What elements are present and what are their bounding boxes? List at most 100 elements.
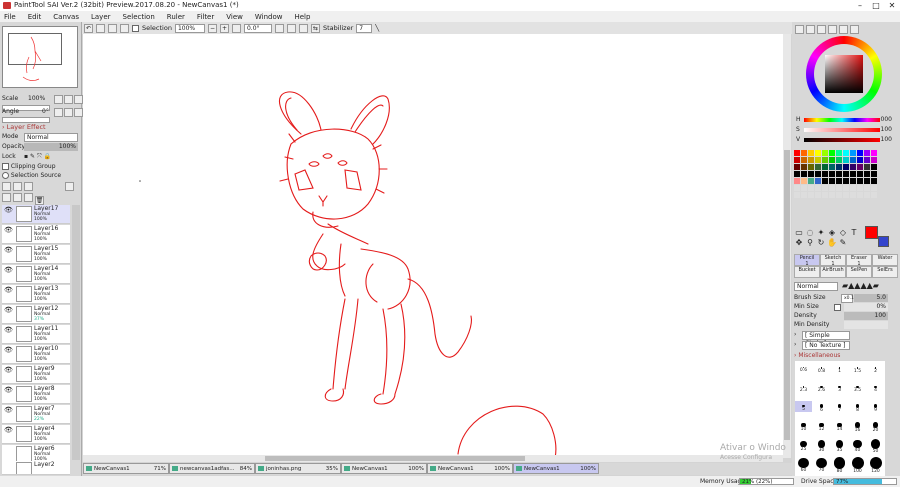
eye-icon[interactable]: 👁 xyxy=(4,327,13,334)
scale-plus-icon[interactable] xyxy=(64,95,73,104)
menu-edit[interactable]: Edit xyxy=(28,13,42,21)
color-swatch[interactable] xyxy=(843,150,850,157)
brush-size-multiplier[interactable]: x0.1 xyxy=(841,294,854,303)
ruler-icon[interactable]: ╲ xyxy=(375,24,379,32)
navigator-preview[interactable] xyxy=(2,26,78,88)
palette-mode-icon[interactable] xyxy=(850,25,859,34)
brush-size-preset[interactable]: 10 xyxy=(795,420,812,432)
move-icon[interactable]: ✥ xyxy=(794,238,804,248)
layer-row[interactable]: 👁 Layer16 Normal 100% xyxy=(2,225,70,244)
brush-selers[interactable]: SelErs xyxy=(872,266,898,278)
rotate-right-icon[interactable] xyxy=(286,23,296,33)
misc-header[interactable]: › Miscellaneous xyxy=(794,352,898,360)
brush-size-preset[interactable]: 100 xyxy=(849,457,866,474)
color-swatch[interactable] xyxy=(864,185,871,192)
color-swatch[interactable] xyxy=(822,178,829,185)
stabilizer-select[interactable]: 7 xyxy=(356,23,373,33)
brush-size-preset[interactable]: 20 xyxy=(867,420,884,433)
invert-selection-icon[interactable] xyxy=(120,23,129,33)
color-swatch[interactable] xyxy=(801,192,808,199)
layer-row[interactable]: 👁 Layer14 Normal 100% xyxy=(2,265,70,284)
new-linework-layer-icon[interactable] xyxy=(12,182,22,191)
color-swatch[interactable] xyxy=(808,178,815,185)
color-swatch[interactable] xyxy=(815,178,822,185)
redo-icon[interactable] xyxy=(96,23,105,33)
canvas-vertical-scroll-thumb[interactable] xyxy=(784,150,790,440)
selection-source-checkbox[interactable] xyxy=(2,172,9,179)
layer-row[interactable]: 👁 Layer12 Normal 37% xyxy=(2,305,70,324)
color-swatch[interactable] xyxy=(850,164,857,171)
deselect-icon[interactable] xyxy=(108,23,117,33)
eye-icon[interactable]: 👁 xyxy=(4,287,13,294)
hand-icon[interactable]: ✋ xyxy=(827,238,837,248)
menu-layer[interactable]: Layer xyxy=(91,13,111,21)
color-swatch[interactable] xyxy=(836,157,843,164)
eye-icon[interactable]: 👁 xyxy=(4,387,13,394)
document-tab[interactable]: NewCanvas1 71% xyxy=(83,463,169,474)
selection-checkbox[interactable] xyxy=(132,24,139,32)
color-swatch[interactable] xyxy=(857,171,864,178)
brush-size-preset[interactable]: 16 xyxy=(849,420,866,433)
color-swatch[interactable] xyxy=(836,178,843,185)
brush-selpen[interactable]: SelPen xyxy=(846,266,872,278)
mode-select[interactable]: Normal xyxy=(24,133,78,142)
color-swatch[interactable] xyxy=(836,192,843,199)
color-swatch[interactable] xyxy=(843,178,850,185)
select-rect-icon[interactable]: ▭ xyxy=(794,228,804,238)
color-swatch[interactable] xyxy=(829,164,836,171)
angle-reset-icon[interactable] xyxy=(74,108,83,117)
angle-field[interactable]: 0.0° xyxy=(243,23,272,33)
brush-size-preset[interactable]: 0.8 xyxy=(813,363,830,374)
brush-size-preset[interactable]: 60 xyxy=(795,457,812,473)
eye-icon[interactable]: 👁 xyxy=(4,267,13,274)
menu-file[interactable]: File xyxy=(4,13,16,21)
brush-eraser[interactable]: Eraser 1 xyxy=(846,254,872,267)
color-swatch[interactable] xyxy=(850,185,857,192)
document-tab[interactable]: newcanvas1adfas... 84% xyxy=(169,463,255,474)
layer-menu-icon[interactable] xyxy=(64,182,74,191)
min-size-checkbox[interactable] xyxy=(834,304,841,311)
color-swatch[interactable] xyxy=(829,178,836,185)
color-swatch[interactable] xyxy=(808,150,815,157)
menu-canvas[interactable]: Canvas xyxy=(53,13,79,21)
color-swatch[interactable] xyxy=(871,157,878,164)
angle-left-icon[interactable] xyxy=(54,108,63,117)
clear-layer-icon[interactable] xyxy=(23,193,33,202)
layer-row[interactable]: 👁 Layer9 Normal 100% xyxy=(2,365,70,384)
color-swatch[interactable] xyxy=(864,150,871,157)
brush-airbrush[interactable]: AirBrush xyxy=(820,266,846,278)
color-swatch[interactable] xyxy=(794,171,801,178)
angle-right-icon[interactable] xyxy=(64,108,73,117)
layer-row[interactable]: 👁 Layer15 Normal 100% xyxy=(2,245,70,264)
brush-size-preset[interactable]: 25 xyxy=(795,439,812,452)
lasso-icon[interactable]: ◌ xyxy=(805,228,815,238)
color-swatch[interactable] xyxy=(815,164,822,171)
eye-icon[interactable]: 👁 xyxy=(4,347,13,354)
clipping-checkbox[interactable] xyxy=(2,163,9,170)
hue-slider[interactable]: H 000 xyxy=(796,116,896,123)
rgb-mode-icon[interactable] xyxy=(806,25,815,34)
layer-row[interactable]: 👁 Layer7 Normal 22% xyxy=(2,405,70,424)
value-slider[interactable]: V 100 xyxy=(796,136,896,143)
color-swatch[interactable] xyxy=(801,150,808,157)
eye-icon[interactable] xyxy=(4,447,13,454)
min-size-slider[interactable]: 0% xyxy=(844,303,888,311)
color-swatch[interactable] xyxy=(822,157,829,164)
menu-filter[interactable]: Filter xyxy=(197,13,214,21)
brush-size-preset[interactable]: 2.3 xyxy=(795,382,812,393)
color-swatch[interactable] xyxy=(857,185,864,192)
color-swatch[interactable] xyxy=(829,185,836,192)
drawing-canvas[interactable] xyxy=(83,34,783,459)
color-swatch[interactable] xyxy=(801,185,808,192)
color-swatch[interactable] xyxy=(794,192,801,199)
texture-select[interactable]: [ No Texture ] xyxy=(802,341,850,350)
color-swatch[interactable] xyxy=(871,150,878,157)
saturation-slider[interactable]: S 100 xyxy=(796,126,896,133)
lock-icons[interactable]: ▪ ✎ ⤧ 🔒 xyxy=(24,153,51,161)
texture-expand-icon[interactable]: › xyxy=(794,341,796,348)
menu-selection[interactable]: Selection xyxy=(123,13,155,21)
eyedropper-icon[interactable]: ✎ xyxy=(838,238,848,248)
color-swatch[interactable] xyxy=(843,171,850,178)
color-swatch[interactable] xyxy=(822,164,829,171)
brush-size-preset[interactable]: 80 xyxy=(831,457,848,474)
